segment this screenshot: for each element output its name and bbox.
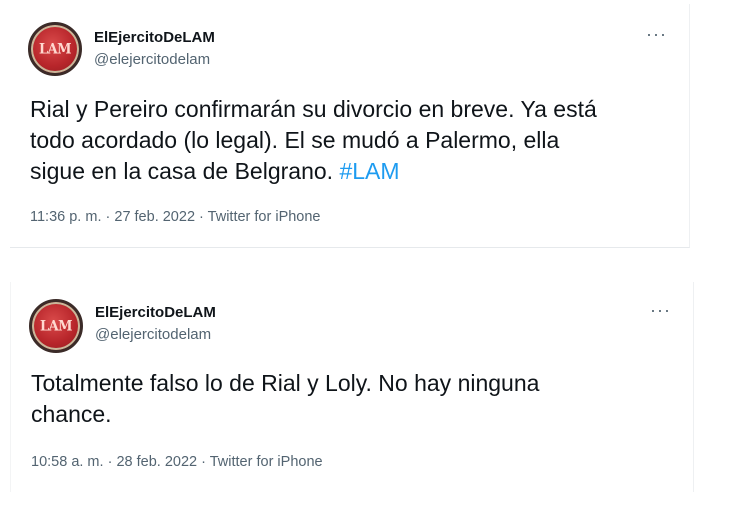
avatar[interactable]: LAM xyxy=(29,299,83,353)
tweet-card[interactable]: LAM ElEjercitoDeLAM @elejercitodelam ···… xyxy=(10,282,694,492)
tweet-metadata: 11:36 p. m. · 27 feb. 2022 · Twitter for… xyxy=(30,209,321,225)
display-name[interactable]: ElEjercitoDeLAM xyxy=(95,304,216,321)
separator: · xyxy=(105,209,111,225)
tweet-source[interactable]: Twitter for iPhone xyxy=(208,209,321,225)
user-handle[interactable]: @elejercitodelam xyxy=(94,51,210,68)
separator: · xyxy=(107,454,113,470)
lam-logo-icon: LAM xyxy=(39,317,73,335)
separator: · xyxy=(201,454,206,470)
user-handle[interactable]: @elejercitodelam xyxy=(95,326,211,343)
more-options-icon[interactable]: ··· xyxy=(646,24,667,45)
display-name[interactable]: ElEjercitoDeLAM xyxy=(94,29,215,46)
tweet-metadata: 10:58 a. m. · 28 feb. 2022 · Twitter for… xyxy=(31,454,323,470)
tweet-body: Rial y Pereiro confirmarán su divorcio e… xyxy=(30,96,597,184)
tweet-time[interactable]: 10:58 a. m. xyxy=(31,454,104,470)
tweet-source[interactable]: Twitter for iPhone xyxy=(210,454,323,470)
tweet-date[interactable]: 28 feb. 2022 xyxy=(116,454,197,470)
tweet-body: Totalmente falso lo de Rial y Loly. No h… xyxy=(31,370,540,427)
tweet-text: Rial y Pereiro confirmarán su divorcio e… xyxy=(30,94,670,187)
tweet-date[interactable]: 27 feb. 2022 xyxy=(114,209,195,225)
tweet-text: Totalmente falso lo de Rial y Loly. No h… xyxy=(31,368,671,430)
more-options-icon[interactable]: ··· xyxy=(650,300,671,321)
hashtag-link[interactable]: #LAM xyxy=(339,158,399,184)
tweet-time[interactable]: 11:36 p. m. xyxy=(30,209,101,225)
lam-logo-icon: LAM xyxy=(38,40,72,58)
separator: · xyxy=(199,209,204,225)
avatar[interactable]: LAM xyxy=(28,22,82,76)
tweet-card[interactable]: LAM ElEjercitoDeLAM @elejercitodelam ···… xyxy=(10,4,690,248)
